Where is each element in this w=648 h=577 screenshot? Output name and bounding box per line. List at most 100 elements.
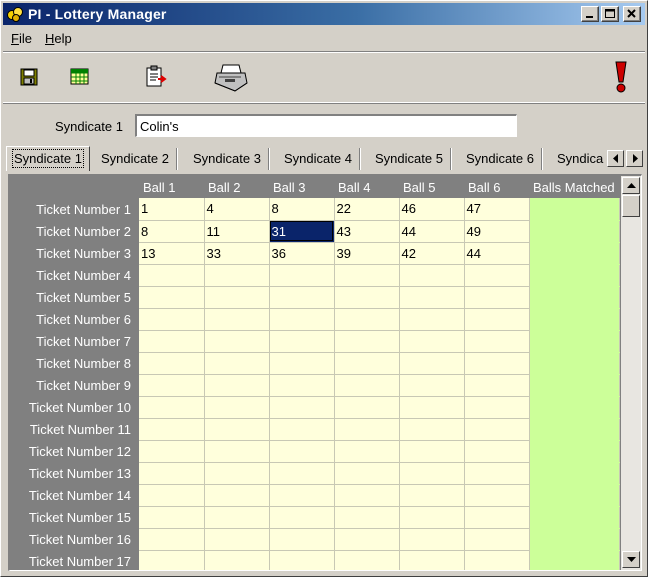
tab-syndicate-1[interactable]: Syndicate 1 [6, 146, 90, 171]
ball-cell[interactable] [334, 308, 400, 331]
ball-cell[interactable]: 8 [269, 198, 335, 221]
ball-cell[interactable] [139, 352, 205, 375]
ball-cell[interactable]: 36 [269, 242, 335, 265]
tab-syndicate-7[interactable]: Syndica [550, 148, 610, 170]
ball-cell[interactable] [204, 462, 270, 485]
minimize-button[interactable] [581, 6, 599, 22]
ball-cell[interactable] [334, 352, 400, 375]
ball-cell[interactable] [204, 308, 270, 331]
ball-cell[interactable] [464, 418, 530, 441]
ball-cell[interactable] [139, 440, 205, 463]
ball-cell[interactable] [334, 484, 400, 507]
scroll-thumb[interactable] [622, 195, 640, 217]
maximize-button[interactable] [601, 6, 619, 22]
ball-cell[interactable]: 47 [464, 198, 530, 221]
ball-cell[interactable] [269, 528, 335, 551]
scroll-up-button[interactable] [622, 177, 640, 194]
ball-cell[interactable] [334, 506, 400, 529]
ball-cell[interactable] [334, 374, 400, 397]
ball-cell[interactable] [204, 528, 270, 551]
ball-cell[interactable] [269, 374, 335, 397]
close-button[interactable] [623, 6, 641, 22]
tab-scroll-right-button[interactable] [626, 150, 643, 167]
tab-syndicate-2[interactable]: Syndicate 2 [94, 148, 177, 170]
ball-cell[interactable] [399, 264, 465, 287]
ball-cell[interactable] [269, 506, 335, 529]
ball-cell[interactable] [399, 418, 465, 441]
table-view-button[interactable] [70, 68, 90, 89]
ball-cell[interactable] [464, 550, 530, 570]
ball-cell[interactable] [334, 330, 400, 353]
ball-cell[interactable] [334, 264, 400, 287]
save-button[interactable] [19, 67, 39, 90]
ball-cell[interactable] [139, 528, 205, 551]
ball-cell[interactable] [269, 264, 335, 287]
ball-cell[interactable] [464, 264, 530, 287]
ball-cell[interactable] [334, 396, 400, 419]
tab-syndicate-5[interactable]: Syndicate 5 [368, 148, 451, 170]
ball-cell[interactable] [399, 374, 465, 397]
ball-cell[interactable]: 44 [464, 242, 530, 265]
ball-cell[interactable] [464, 352, 530, 375]
tab-syndicate-6[interactable]: Syndicate 6 [459, 148, 542, 170]
ball-cell[interactable] [204, 506, 270, 529]
ball-cell[interactable] [269, 286, 335, 309]
ball-cell[interactable] [139, 330, 205, 353]
ball-cell[interactable] [139, 484, 205, 507]
ball-cell[interactable]: 39 [334, 242, 400, 265]
ball-cell[interactable] [399, 484, 465, 507]
ball-cell[interactable] [139, 550, 205, 570]
ball-cell[interactable]: 22 [334, 198, 400, 221]
ball-cell[interactable] [399, 396, 465, 419]
ball-cell[interactable] [334, 528, 400, 551]
ball-cell[interactable] [464, 396, 530, 419]
tab-syndicate-4[interactable]: Syndicate 4 [277, 148, 360, 170]
ball-cell[interactable] [204, 374, 270, 397]
ball-cell[interactable] [269, 462, 335, 485]
ball-cell[interactable]: 31 [269, 220, 335, 243]
ball-cell[interactable] [139, 264, 205, 287]
ball-cell[interactable] [139, 506, 205, 529]
ball-cell[interactable]: 13 [139, 242, 205, 265]
ball-cell[interactable] [464, 484, 530, 507]
title-bar[interactable]: PI - Lottery Manager [3, 3, 645, 25]
ball-cell[interactable] [464, 308, 530, 331]
ball-cell[interactable] [139, 286, 205, 309]
ball-cell[interactable] [399, 506, 465, 529]
ball-cell[interactable] [464, 330, 530, 353]
ball-cell[interactable] [334, 462, 400, 485]
ball-cell[interactable] [204, 484, 270, 507]
menu-file[interactable]: File [11, 31, 32, 46]
ball-cell[interactable] [464, 528, 530, 551]
ball-cell[interactable]: 42 [399, 242, 465, 265]
ball-cell[interactable] [139, 308, 205, 331]
ball-cell[interactable] [464, 440, 530, 463]
ball-cell[interactable] [204, 286, 270, 309]
ball-cell[interactable] [464, 506, 530, 529]
ball-cell[interactable] [269, 352, 335, 375]
ball-cell[interactable] [334, 286, 400, 309]
tab-syndicate-3[interactable]: Syndicate 3 [186, 148, 269, 170]
ball-cell[interactable] [399, 550, 465, 570]
ball-cell[interactable] [204, 550, 270, 570]
vertical-scrollbar[interactable] [621, 176, 641, 570]
ball-cell[interactable]: 1 [139, 198, 205, 221]
export-button[interactable] [144, 65, 168, 92]
ball-cell[interactable] [139, 462, 205, 485]
ball-cell[interactable] [204, 418, 270, 441]
ball-cell[interactable] [204, 330, 270, 353]
ball-cell[interactable]: 11 [204, 220, 270, 243]
ball-cell[interactable] [399, 286, 465, 309]
syndicate-name-input[interactable] [135, 114, 517, 137]
ball-cell[interactable] [269, 396, 335, 419]
ball-cell[interactable] [269, 440, 335, 463]
ball-cell[interactable] [269, 550, 335, 570]
ball-cell[interactable]: 43 [334, 220, 400, 243]
ball-cell[interactable] [204, 264, 270, 287]
ball-cell[interactable] [204, 396, 270, 419]
ball-cell[interactable] [269, 484, 335, 507]
ball-cell[interactable] [334, 440, 400, 463]
ball-cell[interactable] [139, 418, 205, 441]
ball-cell[interactable] [399, 440, 465, 463]
print-button[interactable] [213, 61, 249, 96]
